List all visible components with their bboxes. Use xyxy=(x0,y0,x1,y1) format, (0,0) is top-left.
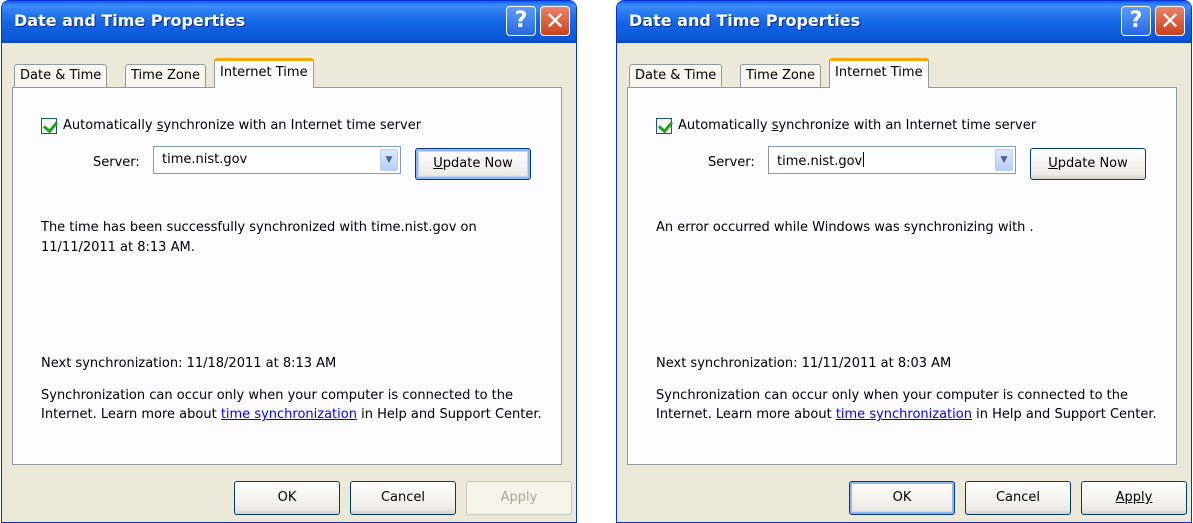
auto-sync-checkbox[interactable] xyxy=(41,117,59,134)
title-bar[interactable]: Date and Time Properties ? ✕ xyxy=(617,1,1191,43)
time-sync-help-link[interactable]: time synchronization xyxy=(221,407,357,422)
ok-button[interactable]: OK xyxy=(234,481,340,515)
internet-time-panel: Automatically synchronize with an Intern… xyxy=(12,87,562,465)
apply-button: Apply xyxy=(466,481,572,515)
chevron-down-icon[interactable]: ▼ xyxy=(380,149,398,171)
server-value[interactable]: time.nist.gov xyxy=(162,152,247,167)
next-sync-text: Next synchronization: 11/18/2011 at 8:13… xyxy=(41,356,337,371)
internet-time-panel: Automatically synchronize with an Intern… xyxy=(627,87,1177,465)
cancel-button[interactable]: Cancel xyxy=(350,481,456,515)
help-button[interactable]: ? xyxy=(506,6,536,36)
question-mark-icon: ? xyxy=(514,8,528,33)
dialog-title: Date and Time Properties xyxy=(629,11,861,30)
server-combobox[interactable]: time.nist.gov ▼ xyxy=(153,146,401,174)
auto-sync-label[interactable]: Automatically synchronize with an Intern… xyxy=(63,118,421,133)
cancel-button[interactable]: Cancel xyxy=(965,481,1071,515)
close-icon: ✕ xyxy=(1159,7,1181,35)
close-icon: ✕ xyxy=(544,7,566,35)
close-button[interactable]: ✕ xyxy=(540,6,570,36)
auto-sync-checkbox[interactable] xyxy=(656,117,674,134)
help-button[interactable]: ? xyxy=(1121,6,1151,36)
auto-sync-label[interactable]: Automatically synchronize with an Intern… xyxy=(678,118,1036,133)
time-sync-help-link[interactable]: time synchronization xyxy=(836,407,972,422)
next-sync-text: Next synchronization: 11/11/2011 at 8:03… xyxy=(656,356,952,371)
server-value[interactable]: time.nist.gov xyxy=(777,152,865,169)
date-time-properties-dialog: Date and Time Properties ? ✕ Date & Time… xyxy=(616,0,1192,523)
ok-button[interactable]: OK xyxy=(849,481,955,515)
title-bar[interactable]: Date and Time Properties ? ✕ xyxy=(2,1,576,43)
text-caret xyxy=(863,152,865,167)
sync-note: Synchronization can occur only when your… xyxy=(656,388,1157,422)
chevron-down-icon[interactable]: ▼ xyxy=(995,149,1013,171)
update-now-button[interactable]: Update Now xyxy=(1030,148,1146,180)
close-button[interactable]: ✕ xyxy=(1155,6,1185,36)
tab-time-zone[interactable]: Time Zone xyxy=(125,64,207,87)
question-mark-icon: ? xyxy=(1129,8,1143,33)
tab-internet-time[interactable]: Internet Time xyxy=(214,58,314,88)
checkmark-icon xyxy=(42,117,59,134)
sync-note: Synchronization can occur only when your… xyxy=(41,388,542,422)
checkmark-icon xyxy=(657,117,674,134)
update-now-button[interactable]: Update Now xyxy=(415,148,531,180)
tab-time-zone[interactable]: Time Zone xyxy=(740,64,822,87)
sync-status-text: An error occurred while Windows was sync… xyxy=(656,220,1034,235)
server-label: Server: xyxy=(93,155,140,170)
dialog-title: Date and Time Properties xyxy=(14,11,246,30)
tab-date-time[interactable]: Date & Time xyxy=(629,64,723,87)
sync-status-text: The time has been successfully synchroni… xyxy=(41,220,477,255)
server-combobox[interactable]: time.nist.gov ▼ xyxy=(768,146,1016,174)
tab-date-time[interactable]: Date & Time xyxy=(14,64,108,87)
date-time-properties-dialog: Date and Time Properties ? ✕ Date & Time… xyxy=(1,0,577,523)
server-label: Server: xyxy=(708,155,755,170)
apply-button[interactable]: Apply xyxy=(1081,481,1187,515)
tab-internet-time[interactable]: Internet Time xyxy=(829,58,929,88)
